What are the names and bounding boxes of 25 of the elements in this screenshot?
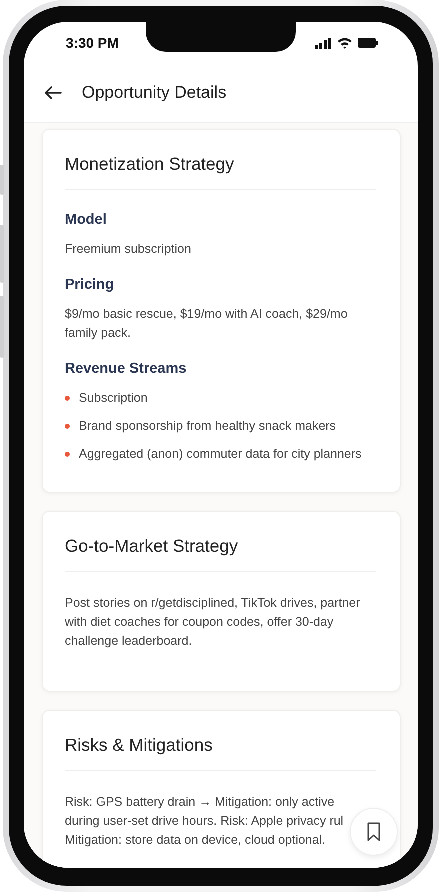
body-text-line: Risk: GPS battery drain → Mitigation: only active (65, 794, 335, 811)
bullet-icon (65, 396, 70, 401)
list-item-text: Subscription (79, 390, 148, 407)
subsection-heading: Model (65, 212, 108, 228)
back-arrow-icon (44, 86, 62, 100)
body-text-line: Mitigation: store data on device, cloud optional. (65, 832, 326, 849)
battery-icon (358, 38, 378, 48)
list-item-text: Brand sponsorship from healthy snack makers (79, 418, 336, 435)
bullet-icon (65, 452, 70, 457)
subsection-heading: Revenue Streams (65, 361, 188, 377)
status-time: 3:30 PM (66, 35, 119, 51)
body-text-line: during user-set drive hours. Risk: Apple privacy rul (65, 813, 344, 830)
bookmark-icon (367, 822, 381, 842)
signal-icon (315, 38, 332, 48)
page-title: Opportunity Details (82, 83, 227, 103)
section-title: Go-to-Market Strategy (65, 535, 240, 558)
body-text: Freemium subscription (65, 241, 192, 258)
body-text: Post stories on r/getdisciplined, TikTok drives, partner with diet coaches for coupon codes, offer 30-day challenge leaderboard. (65, 595, 362, 650)
wifi-icon (337, 37, 353, 49)
section-title: Monetization Strategy (65, 153, 236, 176)
body-text: $9/mo basic rescue, $19/mo with AI coach, $29/mo family pack. (65, 306, 349, 342)
section-title: Risks & Mitigations (65, 734, 214, 757)
bullet-icon (65, 424, 70, 429)
subsection-heading: Pricing (65, 277, 116, 293)
list-item-text: Aggregated (anon) commuter data for city planners (79, 446, 362, 463)
